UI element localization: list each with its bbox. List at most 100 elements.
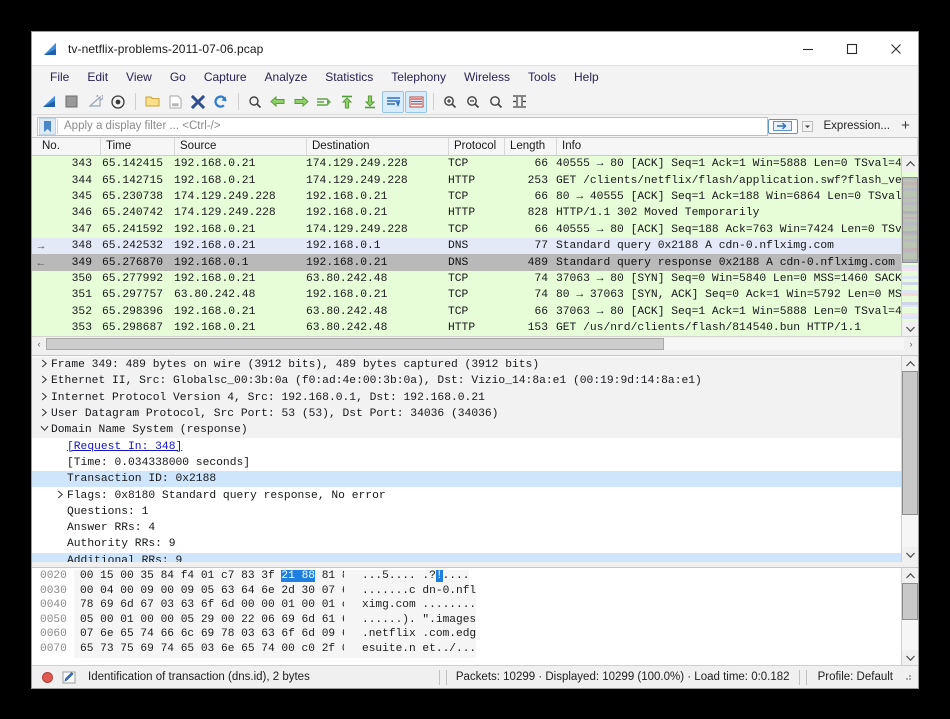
hscroll-right-arrow-icon[interactable]: ›: [904, 339, 918, 349]
menu-item-tools[interactable]: Tools: [519, 68, 565, 87]
packet-row[interactable]: 344 65.142715 192.168.0.21 174.129.249.228 H…: [32, 172, 901, 189]
close-button[interactable]: [874, 32, 918, 65]
hscroll-thumb[interactable]: [46, 337, 664, 350]
chevron-down-icon[interactable]: [38, 425, 51, 435]
auto-scroll-icon[interactable]: [382, 90, 404, 113]
chevron-right-icon[interactable]: [38, 392, 51, 404]
hex-row[interactable]: 0040 78 69 6d 67 03 63 6f 6d 00 00 01 00 …: [32, 599, 901, 614]
maximize-button[interactable]: [830, 32, 874, 65]
packet-row[interactable]: 345 65.230738 174.129.249.228 192.168.0.21 T…: [32, 188, 901, 206]
filter-apply-arrow-icon[interactable]: [767, 118, 798, 134]
menu-item-analyze[interactable]: Analyze: [256, 68, 317, 87]
packet-row[interactable]: 343 65.142415 192.168.0.21 174.129.249.228 T…: [32, 156, 901, 173]
start-capture-icon[interactable]: [38, 91, 60, 113]
scroll-thumb[interactable]: [902, 177, 918, 263]
packet-list-scrollbar[interactable]: [901, 156, 918, 336]
chevron-right-icon[interactable]: [54, 490, 67, 502]
column-header-no[interactable]: No.: [37, 138, 101, 155]
detail-tree-node[interactable]: Authority RRs: 9: [32, 536, 901, 552]
packet-row[interactable]: 352 65.298396 192.168.0.21 63.80.242.48 TCP 6…: [32, 303, 901, 320]
menu-item-capture[interactable]: Capture: [195, 68, 256, 87]
column-header-time[interactable]: Time: [101, 138, 175, 155]
capture-status-red-icon[interactable]: [42, 671, 53, 683]
go-forward-icon[interactable]: [290, 91, 312, 113]
scroll-down-arrow-icon[interactable]: [902, 321, 918, 336]
detail-tree-node[interactable]: [Time: 0.034338000 seconds]: [32, 455, 901, 471]
zoom-out-icon[interactable]: [462, 91, 484, 113]
packet-row[interactable]: 353 65.298687 192.168.0.21 63.80.242.48 HTTP…: [32, 319, 901, 336]
reload-file-icon[interactable]: [210, 91, 232, 113]
menu-item-view[interactable]: View: [117, 68, 161, 87]
packet-row[interactable]: 351 65.297757 63.80.242.48 192.168.0.21 TCP 7…: [32, 287, 901, 304]
detail-scroll-down-arrow-icon[interactable]: [902, 547, 918, 562]
open-file-icon[interactable]: [141, 91, 163, 113]
chevron-right-icon[interactable]: [38, 408, 51, 420]
menu-item-edit[interactable]: Edit: [78, 68, 117, 87]
column-header-protocol[interactable]: Protocol: [449, 138, 505, 155]
resize-columns-icon[interactable]: [508, 91, 530, 113]
detail-tree-node[interactable]: Transaction ID: 0x2188: [32, 471, 901, 488]
hscroll-track[interactable]: [46, 337, 904, 350]
display-filter-input[interactable]: Apply a display filter ... <Ctrl-/>: [37, 116, 768, 136]
column-header-length[interactable]: Length: [505, 138, 557, 155]
packet-bytes-scrollbar[interactable]: [901, 568, 918, 665]
detail-tree-node[interactable]: Questions: 1: [32, 504, 901, 520]
menu-item-go[interactable]: Go: [161, 68, 195, 87]
detail-tree-node[interactable]: User Datagram Protocol, Src Port: 53 (53…: [32, 405, 901, 423]
hscroll-left-arrow-icon[interactable]: ‹: [32, 339, 46, 349]
detail-scroll-up-arrow-icon[interactable]: [902, 356, 918, 371]
bytes-scroll-track[interactable]: [902, 583, 918, 650]
find-packet-icon[interactable]: [244, 91, 266, 113]
packet-list-hscrollbar[interactable]: ‹ ›: [32, 336, 918, 350]
menu-item-wireless[interactable]: Wireless: [455, 68, 519, 87]
detail-tree-node[interactable]: Frame 349: 489 bytes on wire (3912 bits)…: [32, 357, 901, 374]
go-last-packet-icon[interactable]: [359, 91, 381, 113]
packet-row[interactable]: 347 65.241592 192.168.0.21 174.129.249.228 T…: [32, 221, 901, 238]
menu-item-file[interactable]: File: [41, 68, 78, 87]
go-back-icon[interactable]: [267, 91, 289, 113]
detail-tree-node[interactable]: Answer RRs: 4: [32, 520, 901, 536]
detail-tree-node[interactable]: Ethernet II, Src: Globalsc_00:3b:0a (f0:…: [32, 373, 901, 390]
packet-detail-scrollbar[interactable]: [901, 356, 918, 562]
detail-tree-node[interactable]: Domain Name System (response): [32, 422, 901, 439]
menu-item-help[interactable]: Help: [565, 68, 608, 87]
stop-capture-icon[interactable]: [61, 91, 83, 113]
close-file-icon[interactable]: [187, 91, 209, 113]
menu-item-statistics[interactable]: Statistics: [316, 68, 382, 87]
capture-options-icon[interactable]: [107, 91, 129, 113]
detail-tree-node[interactable]: [Request In: 348]: [32, 438, 901, 454]
chevron-right-icon[interactable]: [38, 359, 51, 371]
zoom-reset-icon[interactable]: [485, 91, 507, 113]
packet-row[interactable]: ← 349 65.276870 192.168.0.1 192.168.0.21 DNS 4…: [32, 254, 901, 271]
bytes-scroll-down-arrow-icon[interactable]: [902, 650, 918, 665]
column-header-destination[interactable]: Destination: [307, 138, 449, 155]
scroll-up-arrow-icon[interactable]: [902, 156, 918, 171]
hex-row[interactable]: 0020 00 15 00 35 84 f4 01 c7 83 3f 21 88 …: [32, 570, 901, 585]
restart-capture-icon[interactable]: [84, 91, 106, 113]
go-to-packet-icon[interactable]: [313, 91, 335, 113]
filter-expression-button[interactable]: Expression...: [815, 120, 897, 132]
save-file-icon[interactable]: 000: [164, 91, 186, 113]
chevron-right-icon[interactable]: [38, 375, 51, 387]
hex-row[interactable]: 0070 65 73 75 69 74 65 03 6e 65 74 00 c0 …: [32, 642, 901, 658]
hex-row[interactable]: 0050 05 00 01 00 00 05 29 00 22 06 69 6d …: [32, 613, 901, 629]
column-header-info[interactable]: Info: [557, 138, 918, 155]
packet-row[interactable]: → 348 65.242532 192.168.0.21 192.168.0.1 DNS 7…: [32, 237, 901, 255]
detail-tree-node[interactable]: Additional RRs: 9: [32, 552, 901, 562]
edit-capture-comment-icon[interactable]: [62, 671, 76, 684]
hex-row[interactable]: 0060 07 6e 65 74 66 6c 69 78 03 63 6f 6d …: [32, 628, 901, 643]
detail-tree-node[interactable]: Flags: 0x8180 Standard query response, N…: [32, 487, 901, 503]
packet-row[interactable]: 346 65.240742 174.129.249.228 192.168.0.21 H…: [32, 205, 901, 222]
zoom-in-icon[interactable]: [439, 91, 461, 113]
bytes-scroll-up-arrow-icon[interactable]: [902, 568, 918, 583]
minimize-button[interactable]: [786, 32, 830, 65]
status-profile[interactable]: Profile: Default: [818, 671, 893, 683]
column-header-source[interactable]: Source: [175, 138, 307, 155]
colorize-icon[interactable]: [405, 90, 427, 113]
filter-bookmark-icon[interactable]: [39, 117, 56, 135]
packet-row[interactable]: 350 65.277992 192.168.0.21 63.80.242.48 TCP 7…: [32, 270, 901, 288]
hex-row[interactable]: 0030 00 04 00 09 00 09 05 63 64 6e 2d 30 …: [32, 584, 901, 600]
go-first-packet-icon[interactable]: [336, 91, 358, 113]
chevron-down-icon[interactable]: [800, 118, 815, 135]
add-filter-button[interactable]: +: [897, 118, 914, 134]
